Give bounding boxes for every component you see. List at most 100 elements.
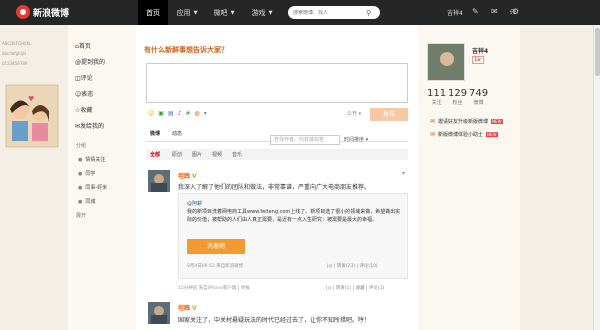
user-name[interactable]: 吉祥4	[472, 46, 488, 55]
helper-link[interactable]: ✉ 新版微博体验小助士 NEW	[430, 131, 498, 138]
repost-image[interactable]: 洗着网 www.feiteng.com	[187, 239, 245, 265]
topic-icon[interactable]: #	[185, 110, 190, 117]
post-menu-icon[interactable]: ▾	[402, 170, 405, 177]
group-icon: ●	[78, 156, 83, 163]
stat-followers[interactable]: 129 粉丝	[448, 88, 467, 106]
feed-search-input[interactable]: 查找作者、内容或标签	[270, 135, 340, 145]
svg-text:0123456789: 0123456789	[2, 61, 28, 66]
image-icon[interactable]: ▣	[158, 110, 164, 117]
group-label: 同城	[85, 199, 96, 205]
group-label: 同事-虾米	[85, 185, 108, 191]
group-label: 同学	[85, 171, 96, 177]
level-badge[interactable]: Lv	[472, 56, 484, 64]
vote-icon[interactable]: ◍	[194, 110, 199, 117]
filter-all[interactable]: 全部	[150, 151, 160, 158]
repost-author[interactable]: @阿耕	[187, 200, 202, 207]
left-sidebar	[68, 25, 136, 330]
group-icon: ●	[78, 170, 83, 177]
user-avatar[interactable]	[427, 43, 465, 81]
post-meta[interactable]: 15分钟前 来自iPhone客户端 | 举报	[178, 285, 250, 291]
edit-icon[interactable]: ✎	[472, 7, 479, 16]
stat-value: 111	[427, 88, 447, 99]
compose-toolbar: ☺ ▣ ▤ ♪ # ◍ ▾	[148, 110, 207, 117]
mail-icon[interactable]: ✉	[491, 7, 498, 16]
nav-apps[interactable]: 应用 ▼	[170, 0, 204, 25]
group-item[interactable]: ● 情情关注	[78, 156, 106, 164]
repost-text: 我的新项目洗着网电商工具www.feiteng.com上线了。新项目选了很小的领…	[187, 209, 401, 223]
nav-games[interactable]: 游戏 ▼	[244, 0, 280, 25]
filter-images[interactable]: 图片	[192, 151, 202, 158]
visibility-select[interactable]: 公开 ▾	[347, 110, 361, 117]
top-navigation-bar: 新浪微博 首页 应用▼ 微吧▼ 游戏▼ ⚲ 吉祥4 ✎ ✉ ⍾ ⚙	[0, 0, 600, 25]
weibo-eye-icon	[16, 5, 30, 19]
sidebar-item-mentions[interactable]: @提到我的	[75, 57, 105, 69]
sidebar-item-label: 收藏	[80, 107, 93, 114]
tab-activity[interactable]: 动态	[172, 130, 182, 137]
invite-link[interactable]: ✉ 邀请好友升级新版微博 NEW	[430, 118, 503, 125]
filter-videos[interactable]: 视频	[212, 151, 222, 158]
sidebar-item-comments[interactable]: ◫评论	[75, 73, 93, 85]
group-item[interactable]: ● 同城	[78, 198, 96, 206]
publish-button[interactable]: 发布	[370, 108, 408, 121]
tab-weibo[interactable]: 微博	[150, 130, 160, 137]
chevron-down-icon: ▼	[193, 9, 198, 16]
stat-value: 129	[448, 88, 468, 99]
group-icon: ●	[78, 184, 83, 191]
video-icon[interactable]: ▤	[168, 110, 174, 117]
repost-card: @阿耕 我的新项目洗着网电商工具www.feiteng.com上线了。新项目选了…	[178, 193, 408, 279]
stat-value: 749	[469, 88, 489, 99]
avatar[interactable]	[148, 302, 170, 324]
post-actions[interactable]: |◎ | 转发(1) | 收藏 | 评论(1)	[326, 285, 384, 291]
sidebar-item-likes[interactable]: ☺表态	[75, 89, 93, 101]
sewing-pattern: ABCDEFGHIJKL abcdefghijkl 0123456789	[2, 41, 32, 66]
search-input[interactable]	[288, 9, 366, 16]
expand-link[interactable]: 展开	[76, 212, 86, 219]
link-label: 邀请好友升级新版微博	[438, 119, 489, 125]
user-name-link[interactable]: 吉祥4	[447, 8, 463, 17]
sort-dropdown[interactable]: 时间排序 ▾	[344, 136, 368, 143]
post-author[interactable]: 坦践 V	[178, 171, 197, 180]
nav-home[interactable]: 首页	[138, 0, 168, 25]
sidebar-item-label: 首页	[78, 43, 91, 50]
invite-icon: ✉	[430, 118, 436, 125]
sidebar-item-label: 表态	[81, 91, 94, 98]
search-box[interactable]: ⚲	[288, 6, 380, 19]
weibo-logo[interactable]: 新浪微博	[16, 5, 69, 19]
group-item[interactable]: ● 同学	[78, 170, 96, 178]
group-title[interactable]: 分组	[76, 142, 86, 149]
post-text: 国家关注了，中关村悬疑玩法的时代已经过去了，让你不知所措吧。哼！	[178, 317, 371, 324]
emoji-icon[interactable]: ☺	[148, 110, 154, 117]
scrollbar-thumb[interactable]	[595, 28, 600, 76]
sidebar-item-messages[interactable]: ✉发给我的	[75, 121, 104, 133]
search-icon[interactable]: ⚲	[366, 9, 371, 17]
chevron-down-icon: ▼	[230, 9, 235, 16]
group-icon: ●	[78, 198, 83, 205]
sidebar-item-favorites[interactable]: ☆收藏	[75, 105, 92, 117]
stat-following[interactable]: 111 关注	[427, 88, 446, 106]
filter-original[interactable]: 原创	[172, 151, 182, 158]
more-icon[interactable]: ▾	[204, 110, 207, 117]
svg-text:abcdefghijkl: abcdefghijkl	[2, 51, 26, 56]
heart-icon: ♥	[28, 95, 34, 103]
nav-weiba[interactable]: 微吧 ▼	[206, 0, 242, 25]
group-item[interactable]: ● 同事-虾米	[78, 184, 108, 192]
post-author[interactable]: 坦践 V	[178, 303, 197, 312]
repost-actions[interactable]: |◎ | 转发(23) | 评论(10)	[327, 263, 378, 269]
chevron-down-icon: ▼	[268, 9, 273, 16]
settings-icon[interactable]: ⚙	[512, 7, 519, 16]
compose-prompt: 有什么新鲜事想告诉大家？	[144, 46, 228, 54]
verified-icon: V	[192, 173, 197, 180]
stat-posts[interactable]: 749 微博	[469, 88, 488, 106]
skin-decoration: ABCDEFGHIJKL abcdefghijkl 0123456789 ♥	[2, 41, 59, 148]
sidebar-item-label: 发给我的	[80, 123, 105, 130]
music-icon[interactable]: ♪	[178, 110, 182, 117]
repost-meta[interactable]: 9月4日09:52 来自新浪微博	[187, 263, 243, 269]
filter-music[interactable]: 音乐	[232, 151, 242, 158]
compose-textarea[interactable]	[146, 63, 408, 103]
sidebar-item-label: 评论	[80, 75, 93, 82]
shirt-left	[12, 121, 28, 141]
sidebar-item-home[interactable]: ⌂首页	[75, 41, 91, 53]
group-label: 情情关注	[85, 157, 106, 163]
scrollbar[interactable]	[593, 25, 600, 330]
avatar[interactable]	[148, 170, 170, 192]
